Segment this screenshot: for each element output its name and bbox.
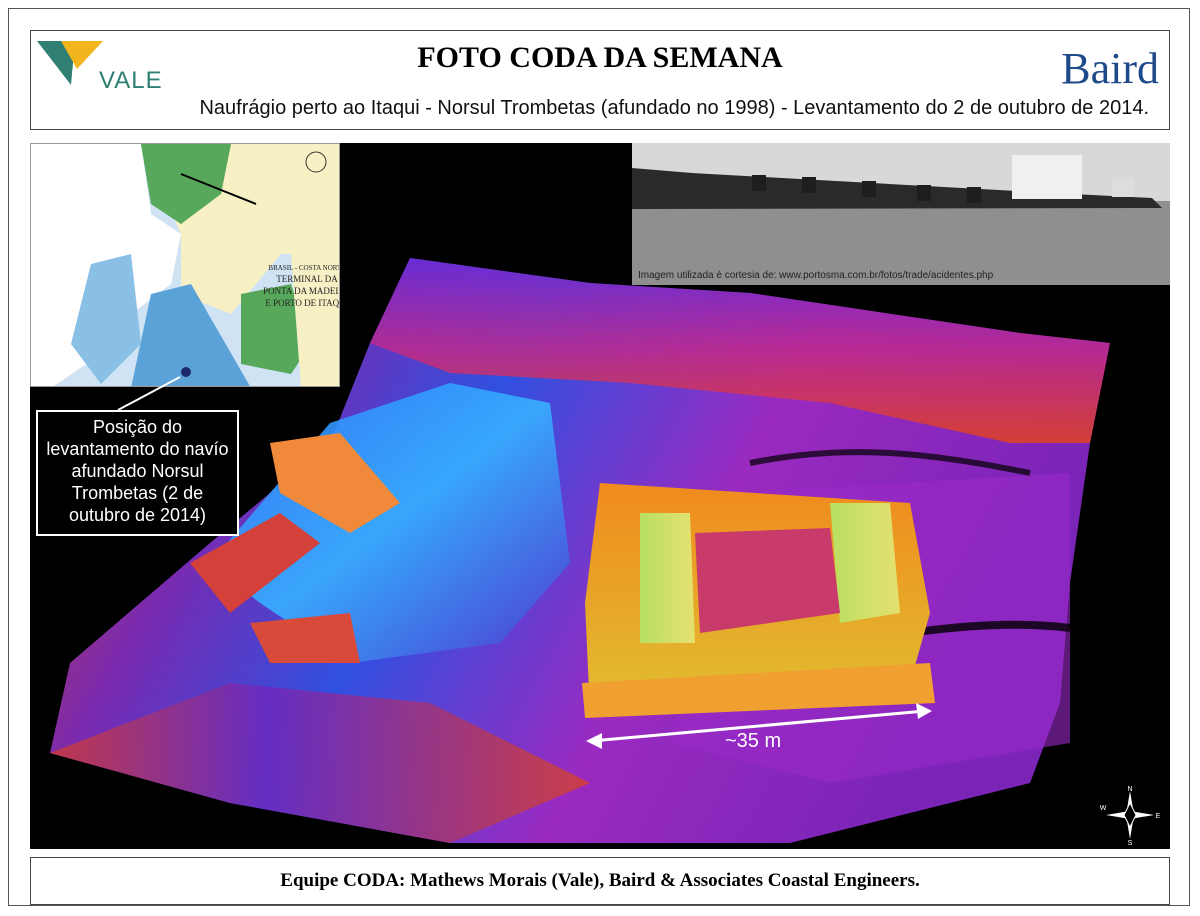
compass-south: S bbox=[1128, 840, 1133, 845]
ship-photo-inset: Imagem utilizada é cortesia de: www.port… bbox=[632, 143, 1170, 285]
chart-title-line-4: E PORTO DE ITAQUI bbox=[265, 298, 340, 308]
callout-line-4: Trombetas (2 de bbox=[71, 483, 204, 503]
chart-title-line-2: TERMINAL DA bbox=[276, 274, 338, 284]
compass-west: W bbox=[1100, 805, 1107, 812]
callout-line-5: outubro de 2014) bbox=[68, 505, 207, 525]
chart-title-line-1: BRASIL - COSTA NORTE bbox=[268, 264, 340, 272]
callout-line-1: Posição do bbox=[92, 417, 183, 437]
baird-logo: Baird bbox=[1061, 44, 1159, 93]
callout-leader-line bbox=[117, 376, 181, 411]
bathymetry-scene: BRASIL - COSTA NORTE TERMINAL DA PONTA D… bbox=[30, 143, 1170, 849]
callout-line-2: levantamento do navío bbox=[46, 439, 229, 459]
compass-north: N bbox=[1127, 786, 1132, 793]
footer-panel: Equipe CODA: Mathews Morais (Vale), Bair… bbox=[30, 857, 1170, 905]
callout-line-3: afundado Norsul bbox=[71, 461, 204, 481]
ship-photo-image bbox=[632, 143, 1170, 285]
footer-credits: Equipe CODA: Mathews Morais (Vale), Bair… bbox=[280, 870, 920, 891]
compass-rose-icon: N S E W bbox=[1100, 786, 1160, 845]
header-panel: VALE FOTO CODA DA SEMANA Baird Naufrágio… bbox=[30, 30, 1170, 130]
compass-east: E bbox=[1156, 813, 1160, 820]
page-title: FOTO CODA DA SEMANA bbox=[417, 41, 783, 74]
survey-position-callout: Posição do levantamento do navío afundad… bbox=[36, 410, 239, 536]
chart-title-block: BRASIL - COSTA NORTE TERMINAL DA PONTA D… bbox=[263, 264, 340, 308]
page-subtitle: Naufrágio perto ao Itaqui - Norsul Tromb… bbox=[199, 97, 1149, 119]
scale-label: ~35 m bbox=[725, 730, 782, 752]
photo-credit: Imagem utilizada é cortesia de: www.port… bbox=[638, 270, 994, 281]
chart-title-line-3: PONTA DA MADEIRA bbox=[263, 286, 340, 296]
